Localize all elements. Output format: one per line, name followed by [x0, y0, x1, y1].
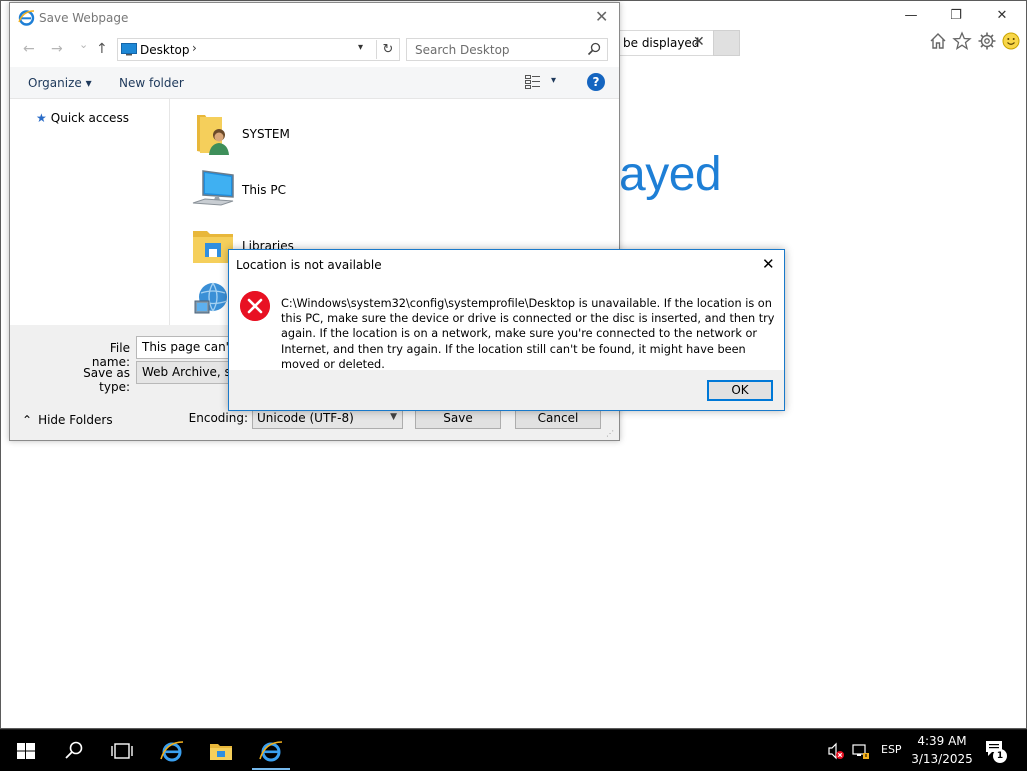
- list-item-label: SYSTEM: [242, 127, 290, 141]
- volume-muted-icon[interactable]: [827, 742, 845, 760]
- organize-button[interactable]: Organize ▾: [28, 76, 92, 90]
- new-folder-button[interactable]: New folder: [119, 76, 184, 90]
- error-dialog-title: Location is not available: [236, 258, 382, 272]
- tab-close-icon[interactable]: ✕: [693, 34, 705, 50]
- nav-item-quick-access[interactable]: ★ Quick access: [36, 111, 129, 125]
- clock-time[interactable]: 4:39 AM: [915, 734, 969, 748]
- minimize-button[interactable]: —: [897, 7, 925, 25]
- favorites-star-icon[interactable]: [952, 31, 972, 51]
- error-message: C:\Windows\system32\config\systemprofile…: [281, 297, 775, 371]
- chevron-right-icon[interactable]: ›: [192, 41, 197, 55]
- encoding-label: Encoding:: [188, 411, 248, 425]
- user-folder-icon: [197, 115, 229, 155]
- encoding-value: Unicode (UTF-8): [257, 411, 354, 425]
- computer-icon: [192, 170, 234, 206]
- address-location: Desktop: [140, 43, 190, 57]
- dialog-toolbar: Organize ▾ New folder ▾ ?: [10, 67, 619, 99]
- hide-folders-button[interactable]: ⌃ Hide Folders: [22, 413, 113, 427]
- save-as-type-select[interactable]: Web Archive, sin: [136, 361, 236, 384]
- gear-icon[interactable]: [977, 31, 997, 51]
- search-input[interactable]: Search Desktop: [406, 38, 608, 61]
- error-icon: [240, 291, 270, 321]
- notification-count-badge: 1: [993, 749, 1007, 763]
- home-icon[interactable]: [928, 31, 948, 51]
- quick-access-star-icon: ★: [36, 111, 47, 125]
- chevron-up-icon: ⌃: [22, 413, 33, 427]
- up-arrow-icon[interactable]: ↑: [96, 41, 108, 57]
- dialog-titlebar[interactable]: Save Webpage ✕: [10, 3, 619, 33]
- close-window-button[interactable]: ✕: [988, 7, 1016, 25]
- recent-locations-icon[interactable]: ⌄: [79, 38, 88, 51]
- view-options-chevron-icon[interactable]: ▾: [551, 75, 556, 86]
- list-item-label: This PC: [242, 183, 286, 197]
- chevron-down-icon[interactable]: ▾: [358, 42, 363, 53]
- hide-folders-label: Hide Folders: [38, 413, 113, 427]
- error-dialog-footer: OK: [229, 370, 784, 410]
- file-name-field[interactable]: This page can't b: [136, 336, 236, 359]
- navigation-pane: ★ Quick access: [10, 99, 170, 325]
- browser-tab-title: be displayed: [623, 36, 700, 50]
- address-bar[interactable]: Desktop › ▾ ↻: [117, 38, 400, 61]
- refresh-icon[interactable]: ↻: [376, 40, 399, 59]
- start-icon[interactable]: [10, 736, 42, 766]
- clock-date[interactable]: 3/13/2025: [911, 752, 973, 766]
- chevron-down-icon: ▼: [390, 412, 397, 422]
- new-tab-button[interactable]: [713, 30, 740, 56]
- dialog-title: Save Webpage: [39, 11, 129, 25]
- change-view-icon[interactable]: [525, 75, 541, 89]
- file-name-label: File name:: [91, 341, 130, 369]
- forward-arrow-icon[interactable]: →: [51, 41, 63, 57]
- internet-explorer-icon: [18, 10, 35, 26]
- search-placeholder: Search Desktop: [415, 43, 510, 57]
- taskbar: ESP 4:39 AM 3/13/2025 1: [0, 729, 1027, 771]
- page-error-heading: ayed: [619, 148, 722, 201]
- close-icon[interactable]: ✕: [762, 255, 775, 273]
- list-item-this-pc[interactable]: This PC: [191, 167, 391, 215]
- internet-explorer-active-icon[interactable]: [255, 736, 287, 766]
- nav-item-label: Quick access: [50, 111, 129, 125]
- back-arrow-icon[interactable]: ←: [23, 41, 35, 57]
- search-icon[interactable]: [58, 736, 90, 766]
- close-icon[interactable]: ✕: [595, 7, 608, 26]
- network-status-icon[interactable]: [852, 742, 870, 760]
- list-item-system[interactable]: SYSTEM: [191, 111, 391, 159]
- resize-grip-icon[interactable]: ⋰: [606, 429, 616, 439]
- language-indicator[interactable]: ESP: [881, 743, 902, 756]
- restore-button[interactable]: ❐: [942, 7, 970, 25]
- task-view-icon[interactable]: [106, 736, 138, 766]
- active-app-indicator: [252, 768, 290, 770]
- file-explorer-icon[interactable]: [205, 736, 237, 766]
- internet-explorer-icon[interactable]: [156, 736, 188, 766]
- location-error-dialog: Location is not available ✕ C:\Windows\s…: [228, 249, 785, 411]
- ok-button[interactable]: OK: [707, 380, 773, 401]
- desktop-icon: [121, 43, 137, 56]
- search-icon: [587, 42, 601, 56]
- smiley-feedback-icon[interactable]: [1001, 31, 1021, 51]
- help-icon[interactable]: ?: [587, 73, 605, 91]
- save-as-type-label: Save as type:: [83, 366, 130, 394]
